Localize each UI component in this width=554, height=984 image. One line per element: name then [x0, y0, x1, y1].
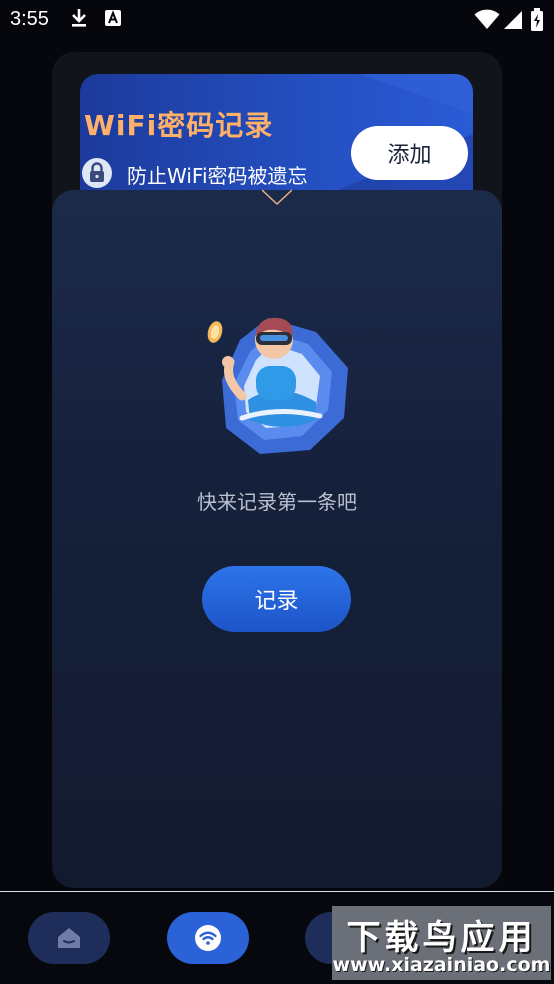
download-icon — [72, 9, 86, 27]
banner-subtitle: 防止WiFi密码被遗忘 — [127, 164, 308, 188]
cell-signal-icon — [504, 11, 522, 29]
banner-title: WiFi密码记录 — [84, 109, 274, 142]
watermark-logo: 下载鸟应用 www.xiazainiao.com — [332, 906, 551, 980]
empty-message: 快来记录第一条吧 — [197, 490, 357, 514]
watermark-title: 下载鸟应用 — [346, 918, 537, 958]
vr-person-illustration — [207, 317, 348, 454]
status-time: 3:55 — [10, 8, 49, 30]
home-icon — [58, 928, 80, 948]
record-button[interactable]: 记录 — [202, 566, 351, 632]
keyboard-a-icon — [105, 10, 121, 26]
nav-item-home[interactable] — [28, 912, 110, 964]
lock-icon — [82, 158, 112, 188]
empty-state-panel — [52, 190, 502, 888]
watermark-url: www.xiazainiao.com — [332, 954, 551, 976]
status-bar: 3:55 — [0, 0, 554, 36]
wifi-icon — [195, 925, 221, 951]
nav-item-wifi[interactable] — [167, 912, 249, 964]
battery-icon — [531, 8, 543, 31]
wifi-signal-icon — [474, 9, 500, 29]
panel-notch — [262, 189, 292, 206]
add-button[interactable]: 添加 — [351, 126, 468, 180]
